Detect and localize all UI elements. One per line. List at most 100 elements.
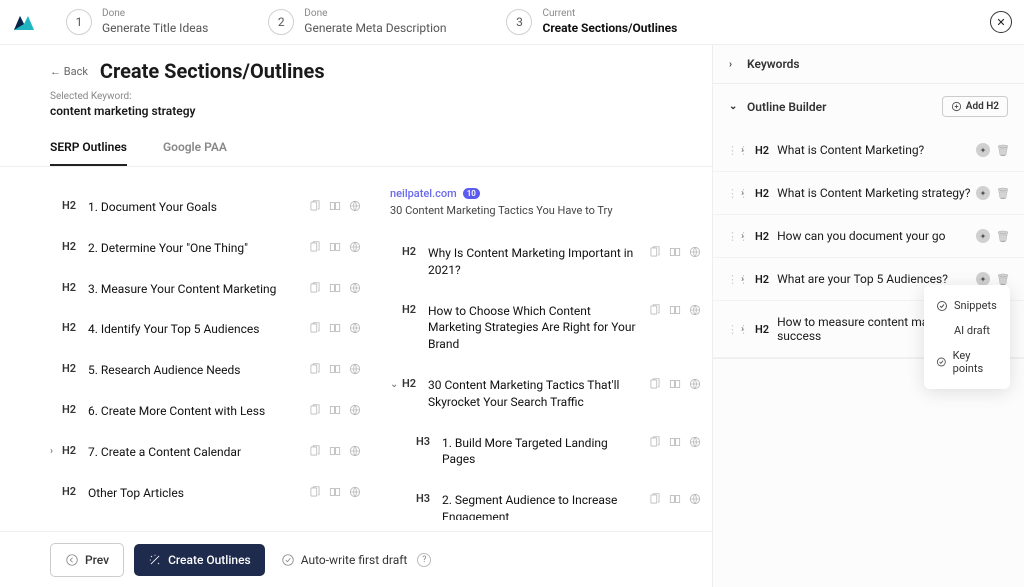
- ai-menu-button[interactable]: ✦: [976, 186, 990, 200]
- ai-menu-button[interactable]: ✦: [976, 272, 990, 286]
- globe-icon[interactable]: [348, 321, 362, 335]
- copy-left-icon[interactable]: [648, 245, 662, 259]
- outline-row[interactable]: H24. Identify Your Top 5 Audiences: [50, 309, 362, 350]
- chevron-right-icon[interactable]: ›: [741, 274, 755, 285]
- outline-text: 2. Segment Audience to Increase Engageme…: [442, 492, 648, 520]
- back-link[interactable]: ← Back: [50, 65, 88, 78]
- outline-row[interactable]: H26. Create More Content with Less: [50, 391, 362, 432]
- delete-button[interactable]: 🗑: [996, 273, 1010, 286]
- add-h2-button[interactable]: Add H2: [942, 96, 1008, 117]
- insert-icon[interactable]: [328, 362, 342, 376]
- step-number: 3: [506, 9, 532, 35]
- heading-tag: H2: [755, 273, 769, 286]
- insert-icon[interactable]: [328, 403, 342, 417]
- outline-row[interactable]: H23. Measure Your Content Marketing: [50, 269, 362, 310]
- drag-handle-icon[interactable]: ⋮⋮: [727, 230, 741, 243]
- globe-icon[interactable]: [348, 240, 362, 254]
- outline-builder-header[interactable]: ⌄ Outline Builder Add H2: [713, 84, 1024, 129]
- copy-left-icon[interactable]: [308, 321, 322, 335]
- insert-icon[interactable]: [668, 377, 682, 391]
- snippets-option[interactable]: Snippets: [924, 293, 1010, 318]
- outline-builder-item[interactable]: ⋮⋮›H2What is Content Marketing?✦🗑: [713, 129, 1024, 172]
- chevron-right-icon[interactable]: ›: [741, 145, 755, 156]
- copy-left-icon[interactable]: [648, 303, 662, 317]
- insert-icon[interactable]: [328, 444, 342, 458]
- copy-left-icon[interactable]: [308, 444, 322, 458]
- delete-button[interactable]: 🗑: [996, 230, 1010, 243]
- outline-builder-item[interactable]: ⋮⋮›H2How can you document your go✦🗑: [713, 215, 1024, 258]
- insert-icon[interactable]: [668, 303, 682, 317]
- outline-row[interactable]: H31. Build More Targeted Landing Pages: [390, 423, 702, 481]
- chevron-right-icon[interactable]: ›: [741, 188, 755, 199]
- close-button[interactable]: ✕: [990, 11, 1012, 33]
- chevron-icon[interactable]: ›: [50, 446, 62, 457]
- copy-left-icon[interactable]: [308, 199, 322, 213]
- copy-left-icon[interactable]: [308, 362, 322, 376]
- delete-button[interactable]: 🗑: [996, 144, 1010, 157]
- globe-icon[interactable]: [688, 492, 702, 506]
- insert-icon[interactable]: [668, 492, 682, 506]
- globe-icon[interactable]: [688, 303, 702, 317]
- globe-icon[interactable]: [348, 403, 362, 417]
- drag-handle-icon[interactable]: ⋮⋮: [727, 187, 741, 200]
- insert-icon[interactable]: [668, 435, 682, 449]
- create-outlines-button[interactable]: Create Outlines: [134, 544, 265, 576]
- chevron-icon[interactable]: ⌄: [390, 379, 402, 390]
- source-domain[interactable]: neilpatel.com: [390, 187, 457, 200]
- outline-row[interactable]: ⌄H230 Content Marketing Tactics That'll …: [390, 365, 702, 423]
- globe-icon[interactable]: [348, 199, 362, 213]
- globe-icon[interactable]: [348, 444, 362, 458]
- copy-left-icon[interactable]: [308, 403, 322, 417]
- prev-button[interactable]: Prev: [50, 543, 124, 577]
- globe-icon[interactable]: [688, 245, 702, 259]
- copy-left-icon[interactable]: [648, 492, 662, 506]
- outline-row[interactable]: H21. Document Your Goals: [50, 187, 362, 228]
- globe-icon[interactable]: [348, 485, 362, 499]
- drag-handle-icon[interactable]: ⋮⋮: [727, 273, 741, 286]
- outline-builder-item[interactable]: ⋮⋮›H2What is Content Marketing strategy?…: [713, 172, 1024, 215]
- ai-menu-button[interactable]: ✦: [976, 229, 990, 243]
- drag-handle-icon[interactable]: ⋮⋮: [727, 144, 741, 157]
- outline-text: 5. Research Audience Needs: [88, 362, 308, 379]
- insert-icon[interactable]: [328, 240, 342, 254]
- insert-icon[interactable]: [328, 485, 342, 499]
- outline-row[interactable]: ›H27. Create a Content Calendar: [50, 432, 362, 473]
- step-2[interactable]: 2 Done Generate Meta Description: [268, 8, 446, 37]
- chevron-right-icon[interactable]: ›: [741, 324, 755, 335]
- keywords-section-header[interactable]: › Keywords: [713, 45, 1024, 83]
- auto-write-toggle[interactable]: Auto-write first draft ?: [281, 553, 432, 567]
- globe-icon[interactable]: [348, 281, 362, 295]
- step-3[interactable]: 3 Current Create Sections/Outlines: [506, 8, 677, 37]
- copy-left-icon[interactable]: [648, 435, 662, 449]
- insert-icon[interactable]: [328, 199, 342, 213]
- copy-left-icon[interactable]: [648, 377, 662, 391]
- outline-row[interactable]: H2How to Choose Which Content Marketing …: [390, 291, 702, 365]
- ai-draft-option[interactable]: AI draft: [924, 318, 1010, 343]
- drag-handle-icon[interactable]: ⋮⋮: [727, 323, 741, 336]
- heading-tag: H2: [755, 187, 769, 200]
- copy-left-icon[interactable]: [308, 240, 322, 254]
- heading-tag: H2: [62, 199, 88, 212]
- ai-menu-button[interactable]: ✦: [976, 143, 990, 157]
- chevron-right-icon[interactable]: ›: [741, 231, 755, 242]
- globe-icon[interactable]: [348, 362, 362, 376]
- key-points-option[interactable]: Key points: [924, 343, 1010, 381]
- tab-serp-outlines[interactable]: SERP Outlines: [50, 140, 127, 166]
- outline-row[interactable]: H32. Segment Audience to Increase Engage…: [390, 480, 702, 520]
- delete-button[interactable]: 🗑: [996, 187, 1010, 200]
- copy-left-icon[interactable]: [308, 485, 322, 499]
- help-icon[interactable]: ?: [417, 553, 431, 567]
- heading-tag: H2: [402, 245, 428, 258]
- outline-row[interactable]: H2Why Is Content Marketing Important in …: [390, 233, 702, 291]
- insert-icon[interactable]: [328, 321, 342, 335]
- outline-row[interactable]: H2Other Top Articles: [50, 473, 362, 514]
- tab-google-paa[interactable]: Google PAA: [163, 140, 227, 166]
- insert-icon[interactable]: [328, 281, 342, 295]
- insert-icon[interactable]: [668, 245, 682, 259]
- copy-left-icon[interactable]: [308, 281, 322, 295]
- globe-icon[interactable]: [688, 377, 702, 391]
- step-1[interactable]: 1 Done Generate Title Ideas: [66, 8, 208, 37]
- globe-icon[interactable]: [688, 435, 702, 449]
- outline-row[interactable]: H25. Research Audience Needs: [50, 350, 362, 391]
- outline-row[interactable]: H22. Determine Your "One Thing": [50, 228, 362, 269]
